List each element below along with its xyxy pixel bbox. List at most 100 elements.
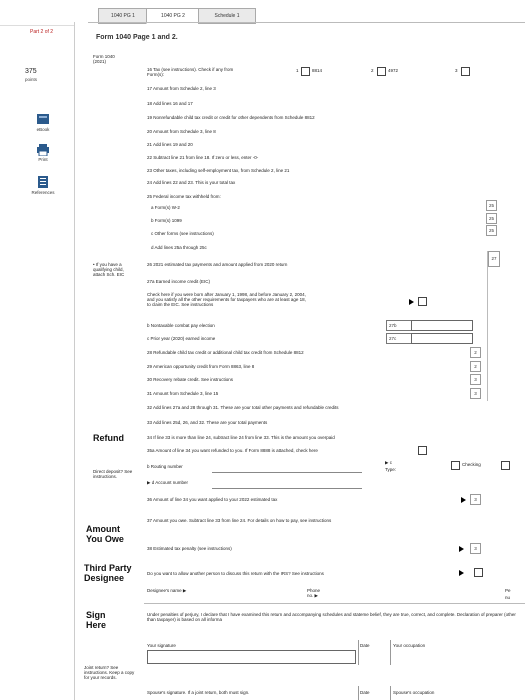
line-38-label: 38 Estimated tax penalty (see instructio… <box>147 546 232 551</box>
arrow-icon <box>459 570 464 576</box>
form-title: Form 1040 Page 1 and 2. <box>96 34 178 41</box>
line16-check-3[interactable] <box>461 67 470 76</box>
line-37-label: 37 Amount you owe. Subtract line 33 from… <box>147 518 332 523</box>
eic-side-note: • If you have a qualifying child, attach… <box>93 262 125 277</box>
part-indicator: Part 2 of 2 <box>30 29 54 35</box>
perjury-statement: Under penalties of perjury, I declare th… <box>147 612 516 622</box>
opt-3-label: 3 <box>455 68 458 73</box>
spouse-date-label: Date <box>360 690 370 695</box>
amount-owe-heading: Amount You Owe <box>86 524 124 544</box>
spouse-occupation-label: Spouse's occupation <box>393 690 435 695</box>
direct-deposit-note: Direct deposit? See instructions. <box>93 469 133 479</box>
box-27b: 27b <box>386 320 413 331</box>
line-35c-label: ▶ c <box>385 460 392 465</box>
third-party-yes-checkbox[interactable] <box>474 568 483 577</box>
right-box-29: 2 <box>470 361 481 372</box>
right-box-25c: 25 <box>486 225 497 236</box>
points-value: 375 <box>25 68 37 75</box>
refund-heading: Refund <box>93 433 124 443</box>
routing-number-field[interactable] <box>212 472 362 473</box>
line-25c-label: c Other forms (see instructions) <box>151 231 214 236</box>
line-35b-label: b Routing number <box>147 464 183 469</box>
account-number-field[interactable] <box>212 488 362 489</box>
right-box-28: 2 <box>470 347 481 358</box>
third-party-heading: Third Party Designee <box>84 563 132 583</box>
opt-8814-label: 8814 <box>312 68 323 73</box>
line-16-label: 16 Tax (see instructions). Check if any … <box>147 67 234 77</box>
print-icon[interactable] <box>36 143 50 157</box>
line-27c-label: c Prior year (2020) earned income <box>147 336 216 341</box>
line-35d-label: ▶ d Account number <box>147 480 188 485</box>
opt-4972-label: 4972 <box>388 68 399 73</box>
arrow-icon <box>409 299 414 305</box>
line-21-label: 21 Add lines 19 and 20 <box>147 142 193 147</box>
line-27b-label: b Nontaxable combat pay election <box>147 323 215 328</box>
type-label: Type: <box>385 467 397 472</box>
line-35a-label: 35a Amount of line 34 you want refunded … <box>147 448 318 453</box>
tab-divider <box>88 22 525 23</box>
references-label[interactable]: References <box>22 190 64 195</box>
opt-2-label: 2 <box>371 68 374 73</box>
checking-label: Checking <box>462 462 481 467</box>
sign-here-heading: Sign Here <box>86 610 107 630</box>
print-label[interactable]: Print <box>26 157 60 162</box>
spouse-signature-label: Spouse's signature. If a joint return, b… <box>147 690 250 695</box>
right-box-27: 27 <box>488 251 500 267</box>
your-occupation-label: Your occupation <box>393 643 426 648</box>
ebook-icon[interactable] <box>36 112 50 124</box>
right-box-38: 3 <box>470 543 481 554</box>
right-box-25a: 25 <box>486 200 497 211</box>
designee-name-label: Designee's name ▶ <box>147 588 187 593</box>
line-17-label: 17 Amount from Schedule 2, line 3 <box>147 86 216 91</box>
line-31-label: 31 Amount from Schedule 3, line 15 <box>147 391 219 396</box>
right-box-36: 3 <box>470 494 481 505</box>
form-year: (2021) <box>93 59 107 64</box>
checking-checkbox[interactable] <box>451 461 460 470</box>
arrow-icon <box>461 497 466 503</box>
line-25a-label: a Form(s) W-2 <box>151 205 180 210</box>
savings-checkbox[interactable] <box>501 461 510 470</box>
line-22-label: 22 Subtract line 21 from line 18. If zer… <box>147 155 259 160</box>
arrow-icon <box>459 546 464 552</box>
line-27a-label: 27a Earned income credit (EIC) <box>147 279 211 284</box>
ebook-label[interactable]: eBook <box>26 127 60 132</box>
line-36-label: 36 Amount of line 34 you want applied to… <box>147 497 278 502</box>
date-label: Date <box>360 643 370 648</box>
line-27a-check-text: Check here if you were born after Januar… <box>147 292 306 307</box>
line-34-label: 34 If line 33 is more than line 24, subt… <box>147 435 335 440</box>
input-27b[interactable] <box>411 320 473 331</box>
line-24-label: 24 Add lines 22 and 23. This is your tot… <box>147 180 236 185</box>
line-29-label: 29 American opportunity credit from Form… <box>147 364 255 369</box>
right-box-25b: 25 <box>486 213 497 224</box>
pin-label-2: nu <box>505 595 511 600</box>
input-27c[interactable] <box>411 333 473 344</box>
opt-1-label: 1 <box>296 68 299 73</box>
line-30-label: 30 Recovery rebate credit. See instructi… <box>147 377 234 382</box>
sidebar-divider <box>74 22 75 700</box>
right-box-31: 3 <box>470 388 481 399</box>
your-signature-field[interactable] <box>147 650 356 664</box>
eic-age-checkbox[interactable] <box>418 297 427 306</box>
line16-check-2[interactable] <box>377 67 386 76</box>
joint-return-note: Joint return? See instructions. Keep a c… <box>84 665 135 680</box>
line-26-label: 26 2021 estimated tax payments and amoun… <box>147 262 288 267</box>
line16-check-1[interactable] <box>301 67 310 76</box>
box-27c: 27c <box>386 333 413 344</box>
line-33-label: 33 Add lines 25d, 26, and 32. These are … <box>147 420 268 425</box>
line-18-label: 18 Add lines 16 and 17 <box>147 101 193 106</box>
line-25d-label: d Add lines 25a through 25c <box>151 245 207 250</box>
line-20-label: 20 Amount from Schedule 3, line 8 <box>147 129 216 134</box>
form-8888-checkbox[interactable] <box>418 446 427 455</box>
line-32-label: 32 Add lines 27a and 28 through 31. Thes… <box>147 405 339 410</box>
phone-label: Phone no. ▶ <box>307 588 321 598</box>
third-party-question: Do you want to allow another person to d… <box>147 571 324 576</box>
line-23-label: 23 Other taxes, including self-employmen… <box>147 168 290 173</box>
pin-label: Pe <box>505 588 511 593</box>
references-icon[interactable] <box>36 175 50 189</box>
line-19-label: 19 Nonrefundable child tax credit or cre… <box>147 115 315 120</box>
right-box-30: 3 <box>470 374 481 385</box>
your-signature-label: Your signature <box>147 643 176 648</box>
line-25b-label: b Form(s) 1099 <box>151 218 182 223</box>
line-28-label: 28 Refundable child tax credit or additi… <box>147 350 304 355</box>
points-label: points <box>25 77 38 82</box>
